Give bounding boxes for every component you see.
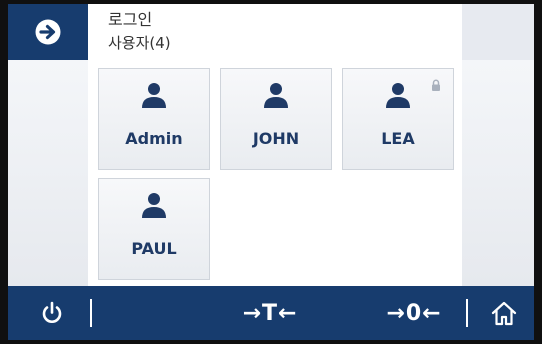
zero-label: →0← [386,300,442,326]
right-panel [462,60,534,286]
user-icon [142,193,166,218]
tare-label: →T← [242,300,298,326]
left-panel [8,60,88,286]
home-icon [491,301,517,326]
bottom-bar: →T← →0← [8,286,534,340]
user-name: Admin [125,129,183,148]
screen: 로그인 사용자(4) Admin JOHN LEA PAUL →T← →0← [8,4,534,340]
power-icon [42,301,62,323]
user-icon [142,83,166,108]
power-button[interactable] [24,286,80,340]
separator [466,299,468,327]
home-button[interactable] [478,286,530,340]
device-frame: 로그인 사용자(4) Admin JOHN LEA PAUL →T← →0← [0,0,542,344]
user-name: LEA [381,129,415,148]
user-name: JOHN [252,129,300,148]
zero-button[interactable]: →0← [372,286,456,340]
user-name: PAUL [131,239,177,258]
page-title: 로그인 [108,10,153,29]
header-title-area: 로그인 사용자(4) [88,4,462,60]
separator [90,299,92,327]
lock-icon [432,79,440,91]
user-count-subtitle: 사용자(4) [108,34,171,52]
header-right-panel [462,4,534,60]
user-icon [264,83,288,108]
arrow-right-circle-icon [35,19,61,45]
user-tile-lea[interactable]: LEA [342,68,454,170]
tare-button[interactable]: →T← [228,286,312,340]
user-grid: Admin JOHN LEA PAUL [88,60,462,286]
user-tile-john[interactable]: JOHN [220,68,332,170]
user-tile-paul[interactable]: PAUL [98,178,210,280]
user-icon [386,83,410,108]
user-tile-admin[interactable]: Admin [98,68,210,170]
login-action-button[interactable] [8,4,88,60]
